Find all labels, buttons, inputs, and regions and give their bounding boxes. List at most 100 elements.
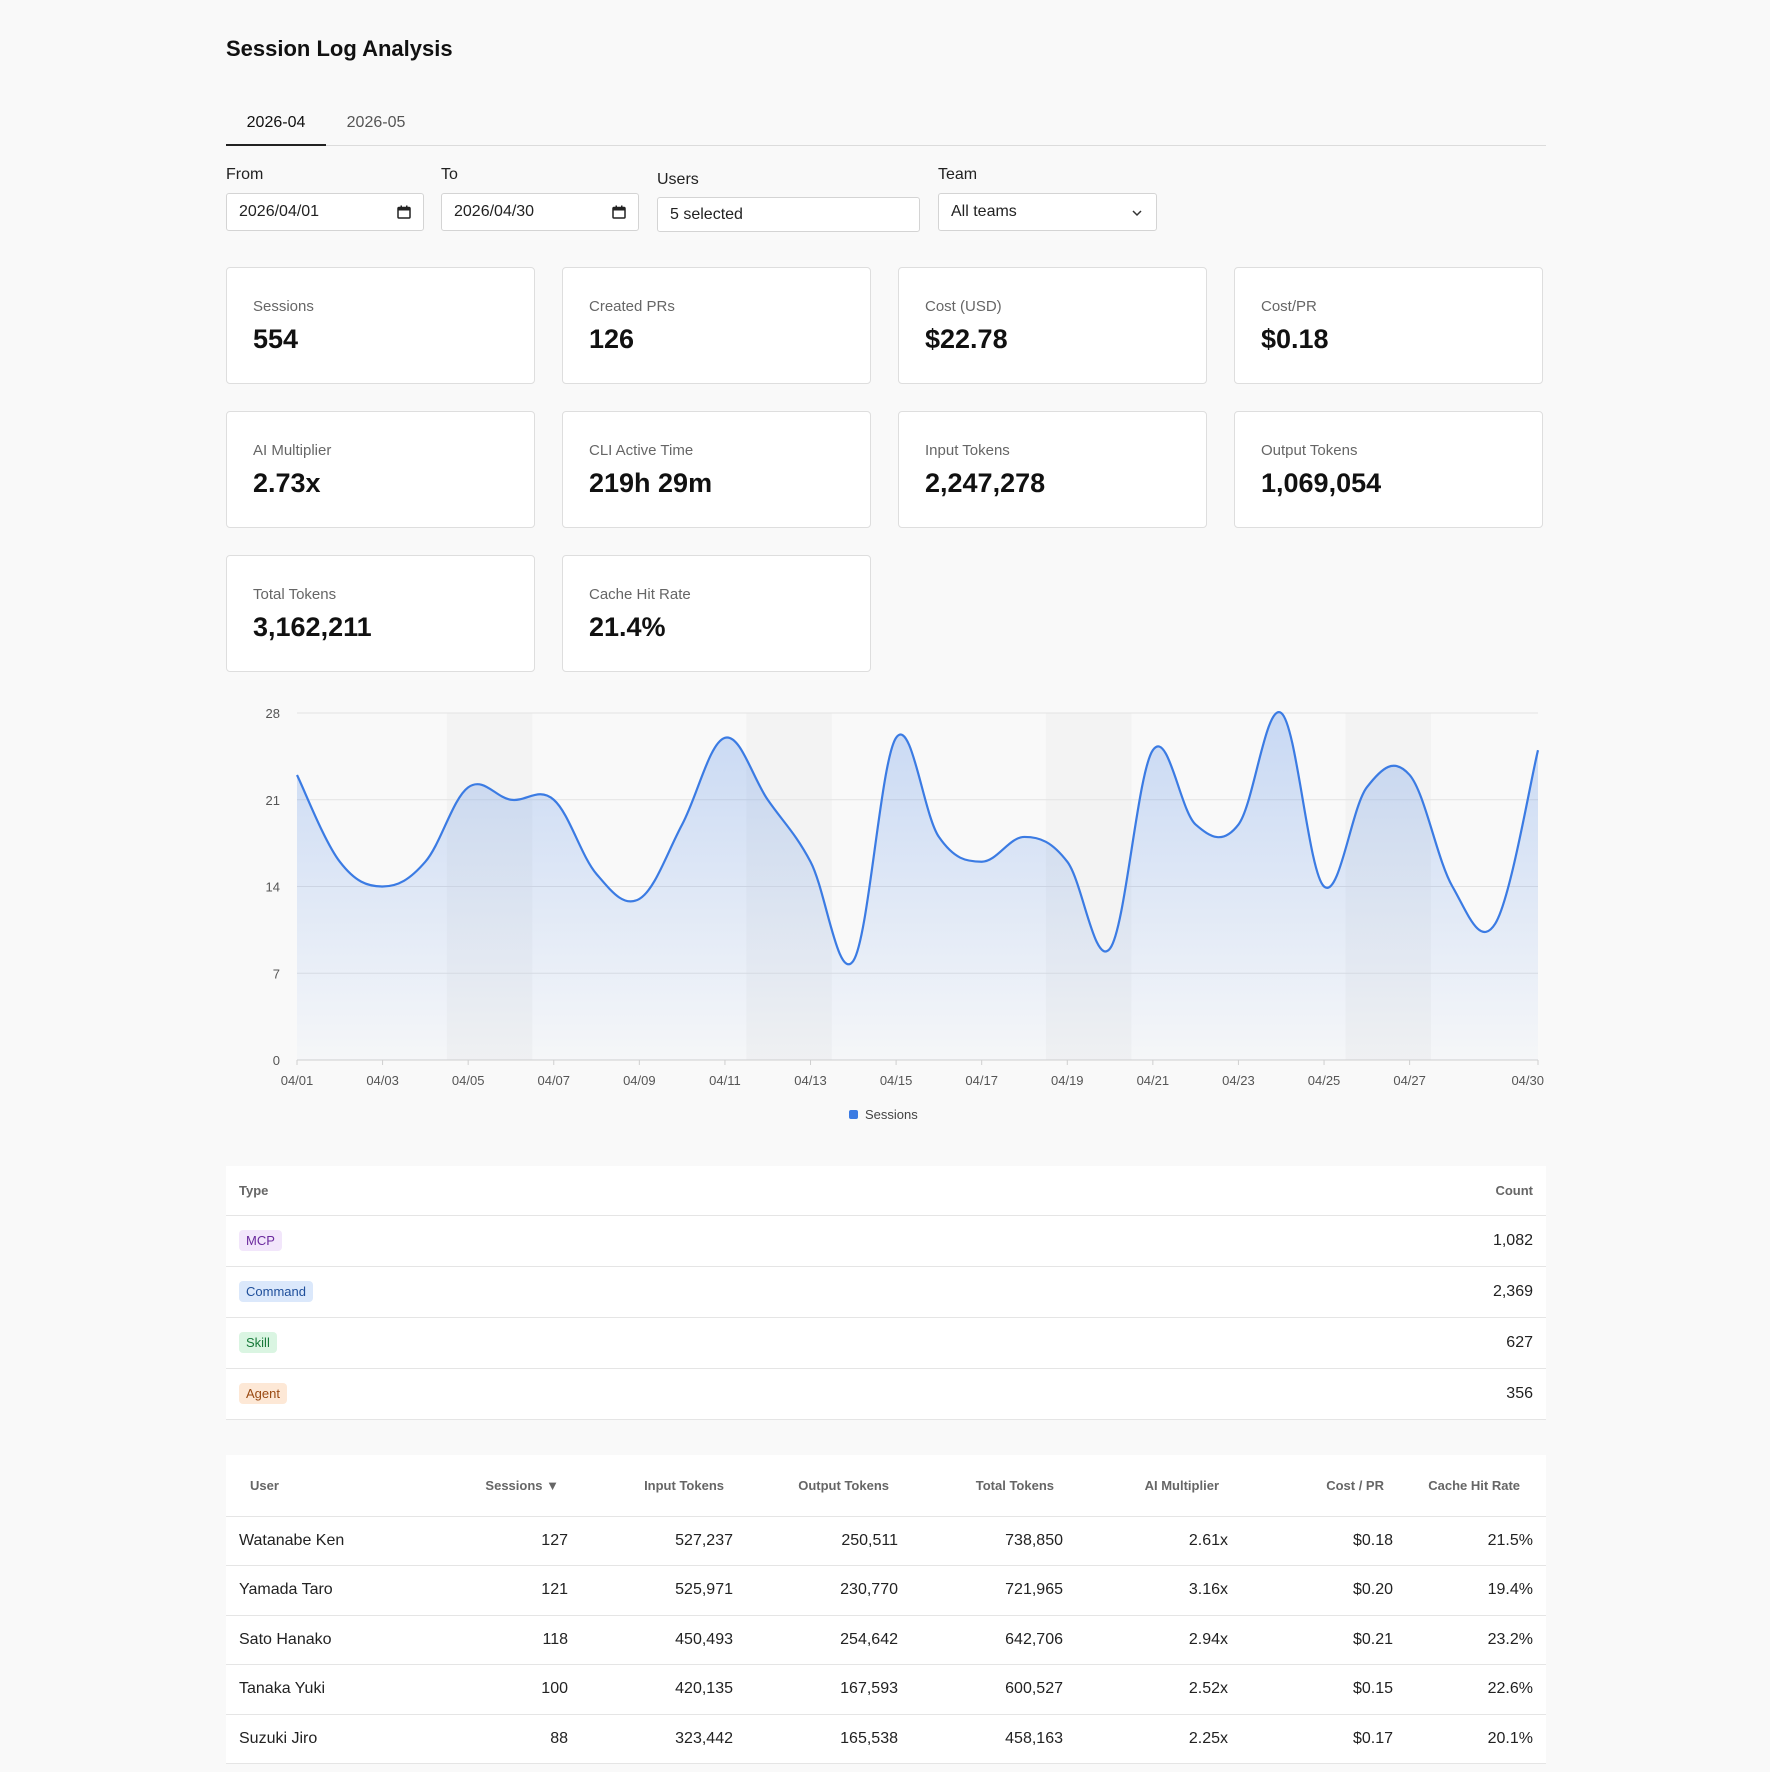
data-point[interactable] [1449, 884, 1455, 890]
metric-label: AI Multiplier [253, 442, 332, 459]
table-row[interactable]: Suzuki Jiro 88 323,442 165,538 458,163 2.25x $… [226, 1714, 1546, 1764]
type-cell: Skill [226, 1317, 1021, 1369]
data-point[interactable] [979, 859, 985, 865]
table-row: Command 2,369 [226, 1266, 1546, 1318]
data-point[interactable] [1364, 784, 1370, 790]
users-selected-value: 5 selected [670, 206, 743, 223]
column-header-ai-multiplier[interactable]: AI Multiplier [1076, 1455, 1241, 1517]
tab-2026-04[interactable]: 2026-04 [226, 104, 326, 146]
cost-per-pr-cell: $0.17 [1241, 1714, 1406, 1764]
table-row[interactable]: Sato Hanako 118 450,493 254,642 642,706 2.94x… [226, 1615, 1546, 1665]
data-point[interactable] [936, 834, 942, 840]
data-point[interactable] [337, 859, 343, 865]
type-cell: Agent [226, 1368, 1021, 1420]
table-row[interactable]: Watanabe Ken 127 527,237 250,511 738,850 2.61… [226, 1516, 1546, 1566]
y-tick-label: 0 [273, 1053, 280, 1068]
data-point[interactable] [1150, 747, 1156, 753]
x-tick-label: 04/13 [794, 1073, 827, 1088]
metric-card-sessions: Sessions 554 [226, 267, 535, 384]
data-point[interactable] [551, 797, 557, 803]
data-point[interactable] [1193, 822, 1199, 828]
data-point[interactable] [1321, 884, 1327, 890]
data-point[interactable] [636, 896, 642, 902]
count-cell: 356 [1020, 1368, 1546, 1420]
data-point[interactable] [1064, 859, 1070, 865]
cost-per-pr-cell: $0.15 [1241, 1664, 1406, 1715]
type-cell: Command [226, 1266, 1021, 1318]
table-row[interactable]: Tanaka Yuki 100 420,135 167,593 600,527 2.52x… [226, 1664, 1546, 1715]
column-header-output-tokens[interactable]: Output Tokens [746, 1455, 911, 1517]
data-point[interactable] [850, 958, 856, 964]
data-point[interactable] [765, 797, 771, 803]
data-point[interactable] [722, 735, 728, 741]
column-header-total-tokens[interactable]: Total Tokens [911, 1455, 1076, 1517]
output-tokens-cell: 230,770 [746, 1565, 911, 1616]
y-tick-label: 14 [266, 880, 280, 895]
data-point[interactable] [508, 797, 514, 803]
input-tokens-cell: 527,237 [581, 1516, 746, 1566]
data-point[interactable] [679, 822, 685, 828]
team-select[interactable]: All teams [938, 193, 1157, 231]
sessions-cell: 118 [416, 1615, 581, 1665]
users-multiselect[interactable]: 5 selected [657, 197, 920, 232]
data-point[interactable] [1492, 921, 1498, 927]
data-point[interactable] [465, 784, 471, 790]
metric-value: 1,069,054 [1261, 468, 1382, 498]
input-tokens-cell: 450,493 [581, 1615, 746, 1665]
legend-label[interactable]: Sessions [865, 1107, 918, 1122]
usage-type-table: Type Count MCP 1,082 Command 2,369 Skill 627 A… [226, 1166, 1546, 1420]
metric-label: Cost (USD) [925, 298, 1002, 315]
sessions-cell: 100 [416, 1664, 581, 1715]
dashboard-page: Session Log Analysis 2026-04 2026-05 Fro… [0, 0, 1770, 1772]
data-point[interactable] [422, 859, 428, 865]
data-point[interactable] [1278, 710, 1284, 716]
x-tick-label: 04/09 [623, 1073, 656, 1088]
y-tick-label: 7 [273, 966, 280, 981]
metric-label: Input Tokens [925, 442, 1010, 459]
data-point[interactable] [808, 859, 814, 865]
calendar-icon[interactable] [612, 205, 626, 219]
column-header-cost-per-pr[interactable]: Cost / PR [1241, 1455, 1406, 1517]
x-tick-label: 04/15 [880, 1073, 913, 1088]
data-point[interactable] [1021, 834, 1027, 840]
to-date-input[interactable]: 2026/04/30 [441, 193, 639, 231]
x-tick-label: 04/19 [1051, 1073, 1084, 1088]
table-row: Skill 627 [226, 1317, 1546, 1369]
chevron-down-icon [1132, 210, 1142, 217]
data-point[interactable] [1235, 822, 1241, 828]
data-point[interactable] [1407, 772, 1413, 778]
column-header-type[interactable]: Type [226, 1166, 1021, 1216]
sessions-cell: 121 [416, 1565, 581, 1616]
column-header-cache-hit-rate[interactable]: Cache Hit Rate [1406, 1455, 1546, 1517]
ai-multiplier-cell: 2.61x [1076, 1516, 1241, 1566]
type-badge: Skill [239, 1332, 277, 1353]
data-point[interactable] [1535, 747, 1541, 753]
from-date-input[interactable]: 2026/04/01 [226, 193, 424, 231]
to-label: To [441, 166, 458, 183]
calendar-icon[interactable] [397, 205, 411, 219]
user-name-cell: Sato Hanako [226, 1615, 416, 1665]
column-header-input-tokens[interactable]: Input Tokens [581, 1455, 746, 1517]
table-row: MCP 1,082 [226, 1215, 1546, 1267]
page-title: Session Log Analysis [226, 36, 453, 61]
column-header-user[interactable]: User [226, 1455, 416, 1517]
type-cell: MCP [226, 1215, 1021, 1267]
metric-label: Total Tokens [253, 586, 337, 603]
metric-label: Created PRs [589, 298, 675, 315]
column-header-count[interactable]: Count [1020, 1166, 1546, 1216]
x-tick-label: 04/07 [537, 1073, 570, 1088]
tab-2026-05[interactable]: 2026-05 [326, 104, 426, 146]
data-point[interactable] [893, 735, 899, 741]
data-point[interactable] [594, 871, 600, 877]
type-badge: MCP [239, 1230, 282, 1251]
user-stats-table: User Sessions ▼ Input Tokens Output Toke… [226, 1455, 1546, 1764]
user-name-cell: Tanaka Yuki [226, 1664, 416, 1715]
metric-card-cost-per-pr: Cost/PR $0.18 [1234, 267, 1543, 384]
data-point[interactable] [294, 772, 300, 778]
data-point[interactable] [1107, 945, 1113, 951]
column-header-sessions-sorted[interactable]: Sessions ▼ [416, 1455, 581, 1517]
table-row[interactable]: Yamada Taro 121 525,971 230,770 721,965 3.16x… [226, 1565, 1546, 1616]
total-tokens-cell: 600,527 [911, 1664, 1076, 1715]
data-point[interactable] [380, 884, 386, 890]
total-tokens-cell: 458,163 [911, 1714, 1076, 1764]
